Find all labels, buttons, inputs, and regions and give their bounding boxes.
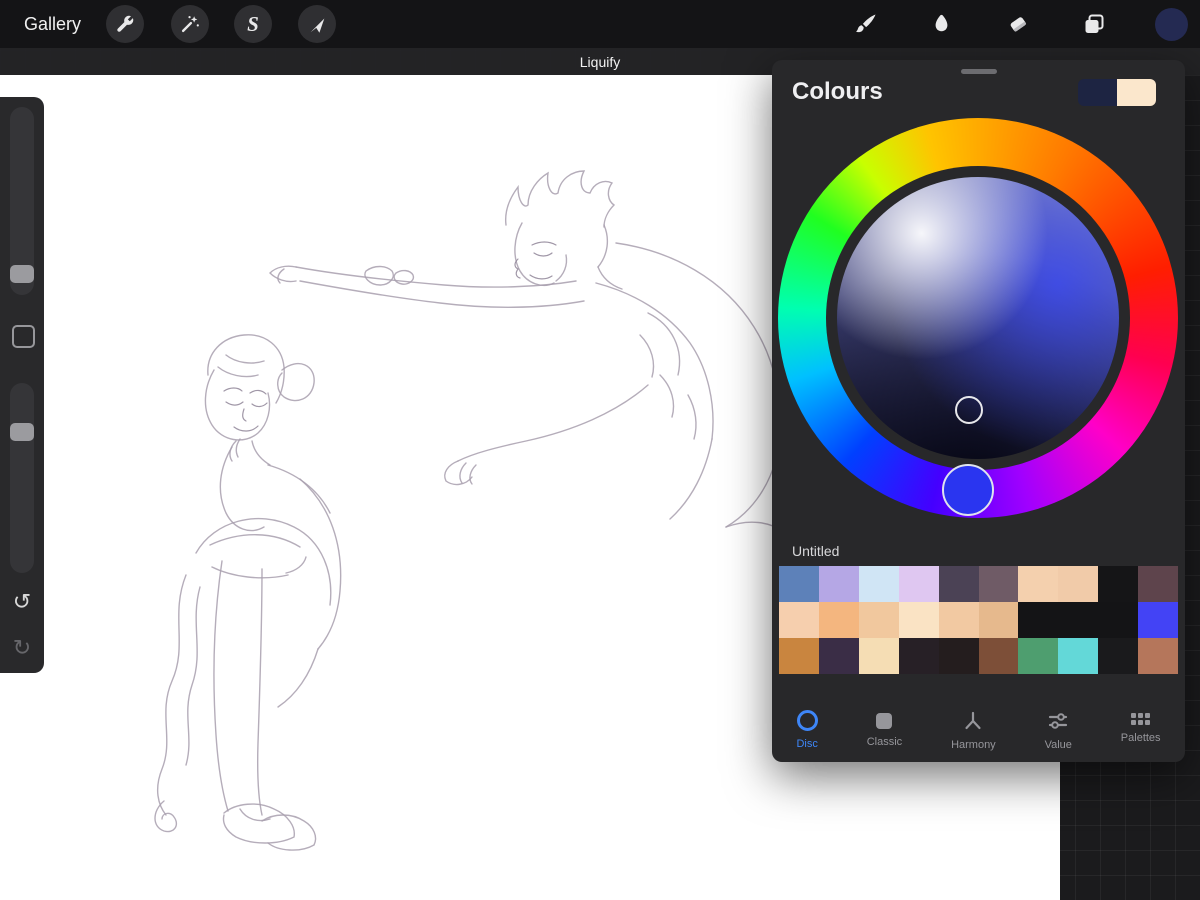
disc-icon — [796, 710, 818, 731]
wheel-current-color[interactable] — [942, 464, 994, 516]
palette-swatch[interactable] — [1098, 638, 1139, 674]
palette-swatch[interactable] — [1138, 602, 1178, 638]
color-mode-tabs: Disc Classic Harmony Value Palettes — [772, 704, 1185, 762]
smudge-icon[interactable] — [923, 6, 959, 42]
palette-swatch[interactable] — [818, 638, 859, 674]
palette-grid — [779, 566, 1178, 674]
classic-icon — [876, 713, 893, 729]
palette-swatch[interactable] — [938, 602, 979, 638]
tab-disc[interactable]: Disc — [796, 704, 818, 750]
recent-colors-pill[interactable] — [1078, 79, 1156, 106]
palette-swatch[interactable] — [779, 602, 819, 638]
layers-icon[interactable] — [1076, 6, 1112, 42]
procreate-app: Liquify Gallery S ↺ ↻ Colours Untitled D… — [0, 0, 1200, 900]
palette-swatch[interactable] — [858, 566, 899, 602]
gallery-button[interactable]: Gallery — [24, 0, 81, 48]
palette-swatch[interactable] — [858, 638, 899, 674]
palette-swatch[interactable] — [978, 566, 1019, 602]
palette-swatch[interactable] — [978, 638, 1019, 674]
colours-panel: Colours Untitled Disc Classic Harmony Va… — [772, 60, 1185, 762]
palette-swatch[interactable] — [1098, 602, 1139, 638]
palette-swatch[interactable] — [1018, 602, 1059, 638]
palette-swatch[interactable] — [1018, 566, 1059, 602]
recent-swatch-primary[interactable] — [1078, 79, 1117, 106]
eraser-icon[interactable] — [1000, 6, 1036, 42]
smudge-glyph — [935, 14, 948, 32]
palette-swatch[interactable] — [818, 602, 859, 638]
brush-glyph — [856, 14, 876, 33]
eraser-glyph — [1010, 17, 1026, 32]
wrench-glyph — [117, 15, 134, 32]
palette-swatch[interactable] — [1098, 566, 1139, 602]
palette-swatch[interactable] — [1058, 566, 1099, 602]
adjustments-icon[interactable] — [171, 5, 209, 43]
harmony-icon — [965, 711, 981, 730]
brush-size-handle[interactable] — [10, 265, 34, 283]
palette-swatch[interactable] — [938, 638, 979, 674]
palette-swatch[interactable] — [1018, 638, 1059, 674]
palette-swatch[interactable] — [978, 602, 1019, 638]
palette-swatch[interactable] — [898, 638, 939, 674]
transform-arrow-glyph — [310, 18, 325, 33]
panel-title: Colours — [792, 78, 883, 105]
opacity-slider[interactable] — [10, 383, 34, 573]
selection-s-glyph: S — [247, 11, 259, 36]
panel-drag-handle[interactable] — [960, 69, 997, 74]
opacity-handle[interactable] — [10, 423, 34, 441]
redo-button[interactable]: ↻ — [0, 635, 44, 661]
transform-icon[interactable] — [298, 5, 336, 43]
palette-swatch[interactable] — [818, 566, 859, 602]
palette-swatch[interactable] — [1058, 602, 1099, 638]
palette-swatch[interactable] — [898, 566, 939, 602]
palettes-icon — [1131, 713, 1151, 725]
undo-button[interactable]: ↺ — [0, 589, 44, 615]
palette-name: Untitled — [792, 543, 840, 559]
modify-button[interactable] — [12, 325, 35, 348]
tab-palettes[interactable]: Palettes — [1121, 704, 1161, 744]
recent-swatch-secondary[interactable] — [1117, 79, 1156, 106]
brush-size-slider[interactable] — [10, 107, 34, 295]
wrench-icon[interactable] — [106, 5, 144, 43]
current-color-swatch[interactable] — [1155, 8, 1188, 41]
palette-swatch[interactable] — [858, 602, 899, 638]
palette-swatch[interactable] — [779, 566, 819, 602]
selection-icon[interactable]: S — [234, 5, 272, 43]
palette-swatch[interactable] — [779, 638, 819, 674]
palette-swatch[interactable] — [1138, 566, 1178, 602]
value-icon — [1049, 713, 1068, 729]
mode-title: Liquify — [579, 53, 621, 70]
palette-swatch[interactable] — [1138, 638, 1178, 674]
palette-swatch[interactable] — [1058, 638, 1099, 674]
tab-value[interactable]: Value — [1045, 704, 1072, 751]
tab-classic[interactable]: Classic — [867, 704, 902, 748]
palette-swatch[interactable] — [898, 602, 939, 638]
palette-swatch[interactable] — [938, 566, 979, 602]
magic-wand-glyph — [181, 16, 199, 33]
disc-selector-cursor[interactable] — [955, 396, 983, 424]
color-wheel — [778, 118, 1178, 518]
layers-glyph — [1085, 14, 1104, 33]
top-toolbar: Gallery S — [0, 0, 1200, 48]
tab-harmony[interactable]: Harmony — [951, 704, 996, 751]
sidebar-tools: ↺ ↻ — [0, 97, 44, 673]
brush-icon[interactable] — [848, 6, 884, 42]
